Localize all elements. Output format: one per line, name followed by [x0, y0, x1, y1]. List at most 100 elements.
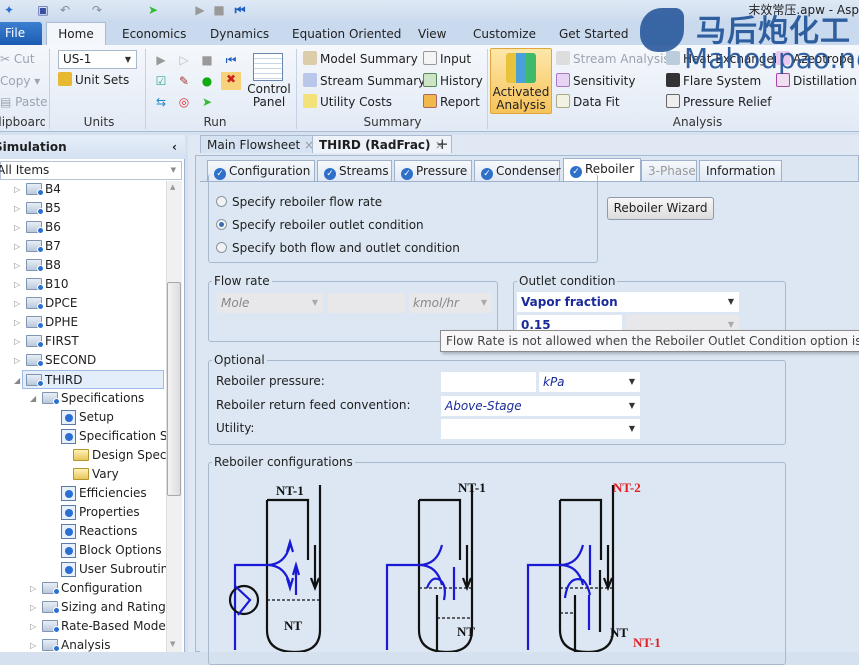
reboiler-wizard-button[interactable]: Reboiler Wizard: [607, 197, 714, 220]
run-play-icon[interactable]: ▶: [154, 53, 168, 67]
scroll-down-icon[interactable]: ▼: [170, 640, 175, 648]
reboiler-pressure-input[interactable]: [441, 372, 536, 392]
control-panel-button[interactable]: Control Panel: [244, 83, 294, 109]
lifebuoy-icon[interactable]: ◎: [177, 95, 191, 109]
nav-scrollbar-thumb[interactable]: [167, 282, 181, 496]
radio-both[interactable]: Specify both flow and outlet condition: [216, 241, 460, 255]
tree-item-spec[interactable]: Vary: [0, 465, 166, 484]
copy-button[interactable]: Copy ▾: [0, 72, 40, 90]
play-icon[interactable]: ▶: [193, 3, 207, 17]
flow-rate-input[interactable]: [328, 293, 405, 313]
tree-item-b5[interactable]: ▷ B5: [0, 199, 166, 218]
collapse-chevron-icon[interactable]: ‹: [172, 135, 177, 159]
unit-sets-button[interactable]: Unit Sets: [58, 71, 129, 89]
edit-icon[interactable]: ✎: [177, 74, 191, 88]
activated-analysis-button[interactable]: Activated Analysis: [490, 48, 552, 114]
nav-filter-select[interactable]: All Items ▼: [0, 161, 182, 180]
tree-item-spec[interactable]: Properties: [0, 503, 166, 522]
tree-item-b8[interactable]: ▷ B8: [0, 256, 166, 275]
tree-item-spec[interactable]: Block Options: [0, 541, 166, 560]
expand-arrow-icon[interactable]: ▷: [14, 294, 20, 313]
expand-arrow-icon[interactable]: ▷: [14, 218, 20, 237]
expand-arrow-icon[interactable]: ▷: [30, 617, 36, 636]
tree-item-section[interactable]: ▷ Analysis: [0, 636, 166, 652]
tree-item-dpce[interactable]: ▷ DPCE: [0, 294, 166, 313]
tree-item-specifications[interactable]: ◢ Specifications: [0, 389, 166, 408]
tree-item-spec[interactable]: Specification Su: [0, 427, 166, 446]
scroll-up-icon[interactable]: ▲: [170, 183, 175, 191]
tree-item-b7[interactable]: ▷ B7: [0, 237, 166, 256]
expand-arrow-icon[interactable]: ▷: [14, 313, 20, 332]
utility-costs-button[interactable]: Utility Costs: [303, 93, 392, 111]
utility-select[interactable]: ▼: [441, 419, 640, 439]
app-icon[interactable]: ✦: [2, 3, 16, 17]
expand-arrow-icon[interactable]: ▷: [14, 237, 20, 256]
tree-item-third[interactable]: ◢ THIRD: [14, 370, 164, 389]
expand-arrow-icon[interactable]: ▷: [30, 636, 36, 652]
sensitivity-button[interactable]: Sensitivity: [556, 72, 635, 90]
tree-item-second[interactable]: ▷ SECOND: [0, 351, 166, 370]
outlet-spec-select[interactable]: Vapor fraction ▼: [517, 292, 739, 312]
history-button[interactable]: History: [423, 72, 483, 90]
tree-item-section[interactable]: ▷ Configuration: [0, 579, 166, 598]
reconcile-icon[interactable]: ✖: [221, 72, 241, 90]
radio-flow-rate[interactable]: Specify reboiler flow rate: [216, 195, 382, 209]
tab-home[interactable]: Home: [46, 22, 106, 46]
radio-button-selected[interactable]: [216, 219, 227, 230]
expand-arrow-icon[interactable]: ▷: [14, 181, 20, 199]
tree-item-spec[interactable]: User Subroutine: [0, 560, 166, 579]
flare-system-button[interactable]: Flare System: [666, 72, 761, 90]
radio-button[interactable]: [216, 196, 227, 207]
pressure-units-select[interactable]: kPa ▼: [539, 372, 640, 392]
return-feed-select[interactable]: Above-Stage ▼: [441, 396, 640, 416]
tab-customize[interactable]: Customize: [473, 24, 536, 45]
pressure-relief-button[interactable]: Pressure Relief: [666, 93, 772, 111]
radio-button[interactable]: [216, 242, 227, 253]
input-button[interactable]: Input: [423, 50, 471, 68]
tree-item-dphe[interactable]: ▷ DPHE: [0, 313, 166, 332]
tree-item-b6[interactable]: ▷ B6: [0, 218, 166, 237]
new-tab-plus-icon[interactable]: +: [430, 135, 455, 153]
distillation-synthesis-button[interactable]: Distillation Sy: [776, 72, 859, 90]
form-tab-3-phase[interactable]: 3-Phase: [641, 160, 697, 181]
tab-file[interactable]: File: [0, 22, 42, 45]
tab-equation-oriented[interactable]: Equation Oriented: [292, 24, 401, 45]
tree-item-b10[interactable]: ▷ B10: [0, 275, 166, 294]
form-tab-information[interactable]: Information: [699, 160, 782, 181]
tree-item-b4[interactable]: ▷ B4: [0, 181, 166, 199]
flow-units-select[interactable]: kmol/hr ▼: [409, 293, 492, 313]
stop-icon[interactable]: ■: [200, 53, 214, 67]
tree-item-section[interactable]: ▷ Rate-Based Modelin: [0, 617, 166, 636]
heat-exchanger-button[interactable]: Heat Exchanger: [666, 50, 779, 68]
stream-analysis-button[interactable]: Stream Analysis: [556, 50, 670, 68]
tree-item-first[interactable]: ▷ FIRST: [0, 332, 166, 351]
expand-arrow-icon[interactable]: ▷: [14, 199, 20, 218]
expanded-arrow-icon[interactable]: ◢: [30, 389, 36, 408]
tree-item-spec[interactable]: Efficiencies: [0, 484, 166, 503]
tree-item-spec[interactable]: Design Specifica: [0, 446, 166, 465]
report-button[interactable]: Report: [423, 93, 480, 111]
expanded-arrow-icon[interactable]: ◢: [14, 371, 20, 390]
expand-arrow-icon[interactable]: ▷: [14, 256, 20, 275]
redo-icon[interactable]: ↷: [90, 3, 104, 17]
azeotrope-button[interactable]: Azeotrope Se: [776, 50, 859, 68]
expand-arrow-icon[interactable]: ▷: [14, 275, 20, 294]
reset-icon[interactable]: ⏮: [233, 3, 247, 17]
save-icon[interactable]: ▣: [36, 3, 50, 17]
stream-summary-button[interactable]: Stream Summary▾: [303, 72, 431, 90]
step-icon[interactable]: ▷: [177, 53, 191, 67]
model-summary-button[interactable]: Model Summary: [303, 50, 418, 68]
tree-item-section[interactable]: ▷ Sizing and Rating: [0, 598, 166, 617]
expand-arrow-icon[interactable]: ▷: [30, 579, 36, 598]
data-fit-button[interactable]: Data Fit: [556, 93, 620, 111]
undo-icon[interactable]: ↶: [58, 3, 72, 17]
cut-button[interactable]: ✂ Cut: [0, 50, 35, 68]
tree-item-spec[interactable]: Reactions: [0, 522, 166, 541]
paste-button[interactable]: ▤ Paste: [0, 93, 48, 111]
expand-arrow-icon[interactable]: ▷: [14, 332, 20, 351]
next-icon[interactable]: ➤: [200, 95, 214, 109]
flow-basis-select[interactable]: Mole ▼: [217, 293, 323, 313]
run-icon[interactable]: ➤: [146, 3, 160, 17]
control-panel-icon[interactable]: [253, 53, 283, 81]
doc-tab-main-flowsheet[interactable]: Main Flowsheet ×: [200, 135, 322, 153]
